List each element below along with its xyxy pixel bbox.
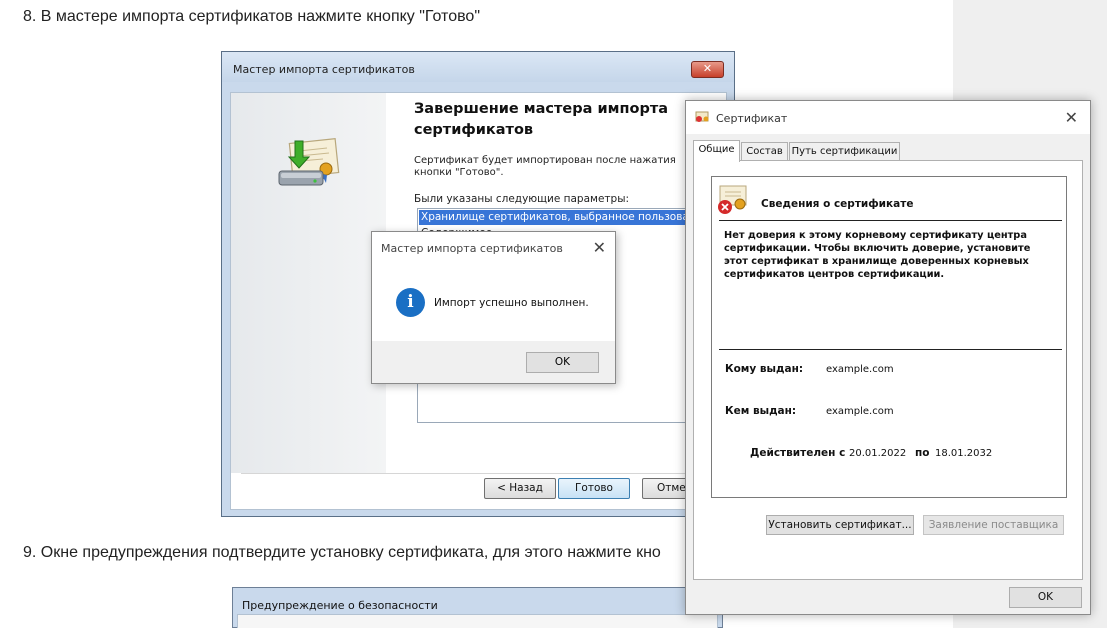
- issued-to-label: Кому выдан:: [725, 363, 804, 375]
- params-label: Были указаны следующие параметры:: [414, 193, 630, 205]
- issuer-statement-button[interactable]: Заявление поставщика: [923, 515, 1064, 535]
- certificate-import-icon: [278, 138, 340, 186]
- untrusted-certificate-icon: [718, 185, 747, 214]
- wizard-titlebar[interactable]: Мастер импорта сертификатов ✕: [222, 52, 734, 82]
- issued-by-label: Кем выдан:: [725, 405, 797, 417]
- finish-button[interactable]: Готово: [558, 478, 630, 499]
- install-certificate-button[interactable]: Установить сертификат...: [766, 515, 914, 535]
- dialog-message: Импорт успешно выполнен.: [434, 297, 589, 309]
- wizard-close-button[interactable]: ✕: [691, 61, 724, 78]
- wizard-title: Мастер импорта сертификатов: [233, 63, 415, 76]
- wizard-heading: Завершение мастера импорта сертификатов: [414, 101, 669, 138]
- heading-divider: [719, 220, 1062, 221]
- dialog-close-icon[interactable]: ✕: [593, 238, 606, 257]
- security-warning-window: Предупреждение о безопасности: [232, 587, 723, 628]
- back-button[interactable]: < Назад: [484, 478, 556, 499]
- wizard-footer-divider: [241, 473, 719, 474]
- certificate-info-box: Сведения о сертификате Нет доверия к это…: [711, 176, 1067, 498]
- wizard-description: Сертификат будет импортирован после нажа…: [414, 155, 676, 178]
- valid-to-label: по: [915, 447, 930, 459]
- step-8-text: 8. В мастере импорта сертификатов нажмит…: [23, 8, 480, 25]
- close-icon[interactable]: ✕: [1065, 108, 1078, 127]
- issued-by-value: example.com: [826, 406, 894, 417]
- certificate-titlebar[interactable]: Сертификат ✕: [686, 101, 1090, 134]
- tab-certification-path[interactable]: Путь сертификации: [789, 142, 900, 161]
- tab-details[interactable]: Состав: [741, 142, 788, 161]
- dialog-footer: OK: [372, 341, 615, 383]
- trust-warning-text: Нет доверия к этому корневому сертификат…: [724, 230, 1031, 280]
- certificate-icon: [695, 111, 709, 122]
- details-divider: [719, 349, 1062, 350]
- info-icon: i: [396, 288, 425, 317]
- ok-button[interactable]: OK: [526, 352, 599, 373]
- certificate-ok-button[interactable]: OK: [1009, 587, 1082, 608]
- certificate-info-heading: Сведения о сертификате: [761, 198, 914, 210]
- certificate-window: Сертификат ✕ Общие Состав Путь сертифика…: [685, 100, 1091, 615]
- tab-general[interactable]: Общие: [693, 140, 740, 162]
- wizard-side-banner: [231, 93, 386, 473]
- general-tab-panel: Сведения о сертификате Нет доверия к это…: [693, 160, 1083, 580]
- step-9-text: 9. Окне предупреждения подтвердите устан…: [23, 544, 661, 561]
- security-warning-client: [237, 614, 718, 628]
- valid-from-label: Действителен с: [750, 447, 846, 459]
- dialog-title: Мастер импорта сертификатов: [381, 242, 563, 255]
- close-icon: ✕: [702, 62, 713, 75]
- security-warning-title: Предупреждение о безопасности: [242, 599, 438, 612]
- import-success-dialog: Мастер импорта сертификатов ✕ i Импорт у…: [371, 231, 616, 384]
- certificate-title: Сертификат: [716, 112, 788, 125]
- valid-to-value: 18.01.2032: [935, 448, 993, 459]
- valid-from-value: 20.01.2022: [849, 448, 907, 459]
- issued-to-value: example.com: [826, 364, 894, 375]
